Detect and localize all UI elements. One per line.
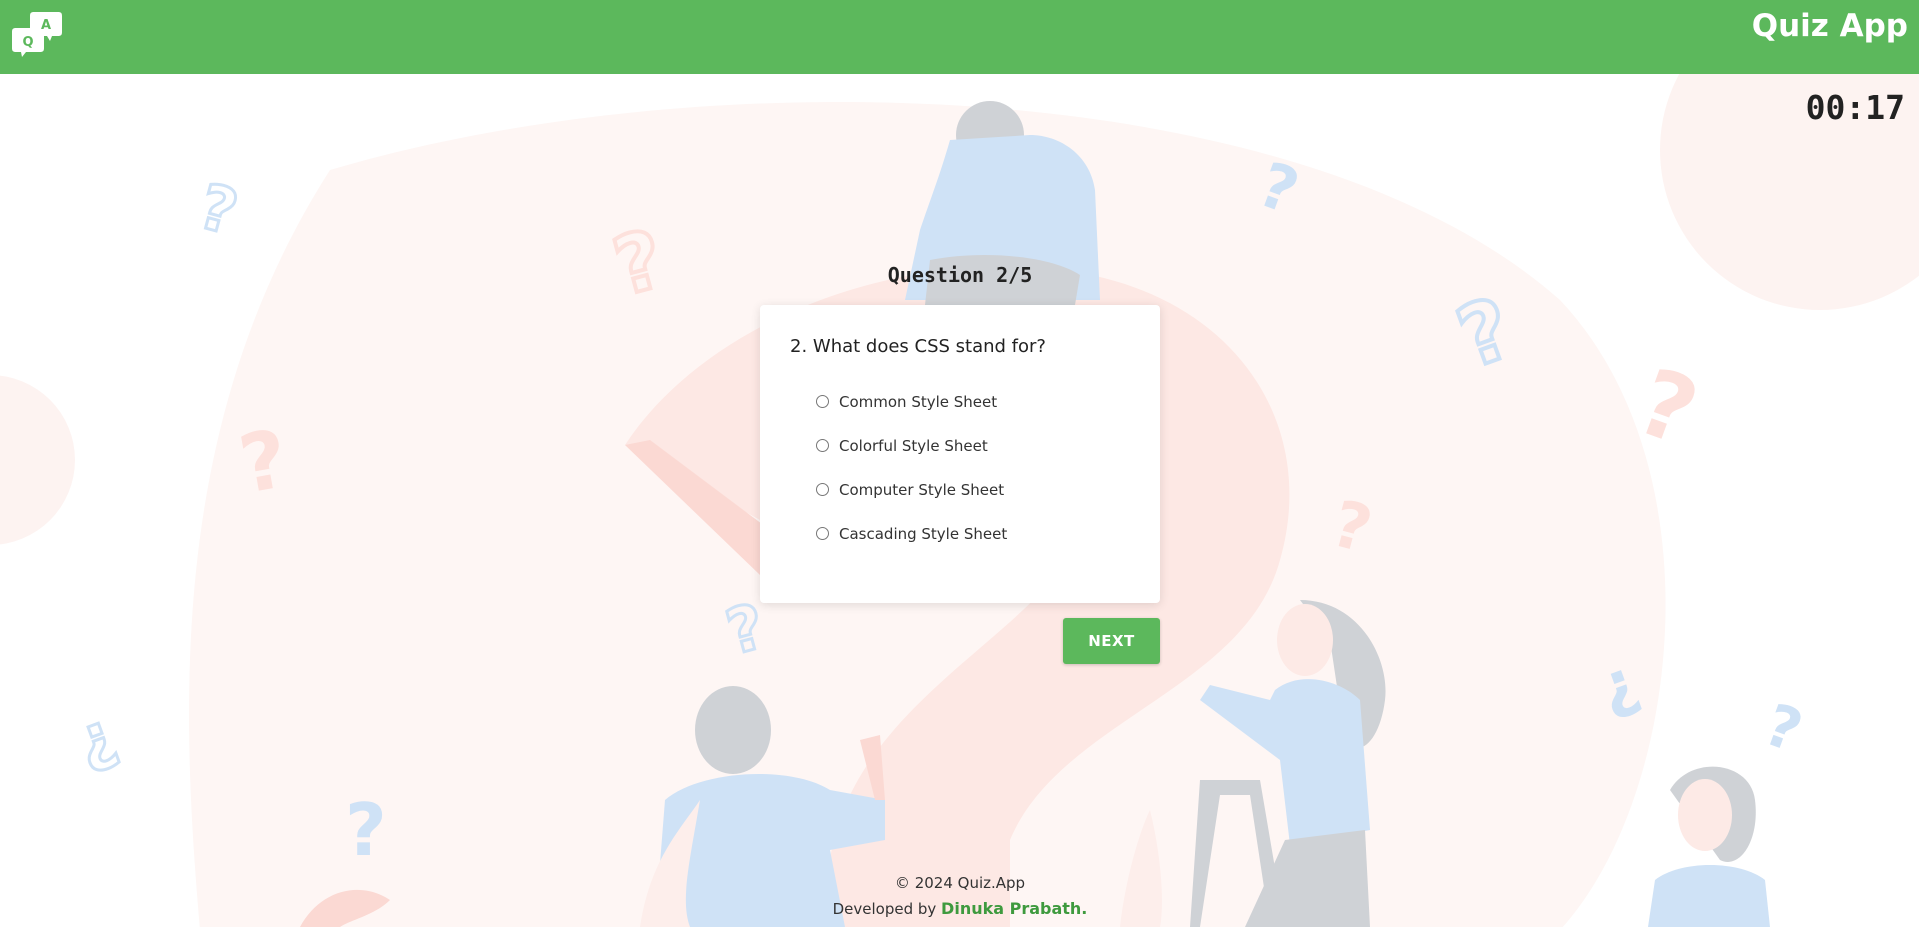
- logo-letter-q: Q: [22, 35, 33, 50]
- qmark-10: ?: [345, 788, 387, 872]
- answer-option[interactable]: Common Style Sheet: [816, 393, 1007, 437]
- answer-option-label[interactable]: Colorful Style Sheet: [839, 437, 988, 455]
- answer-option[interactable]: Colorful Style Sheet: [816, 437, 1007, 481]
- copyright-text: © 2024 Quiz.App: [894, 874, 1026, 892]
- answer-option[interactable]: Cascading Style Sheet: [816, 525, 1007, 569]
- question-card: 2. What does CSS stand for? Common Style…: [760, 305, 1160, 603]
- qmark-6: ?: [1624, 348, 1711, 467]
- countdown-timer: 00:17: [1805, 88, 1905, 127]
- background-circle-left: [0, 375, 75, 545]
- answer-option-label[interactable]: Common Style Sheet: [839, 393, 997, 411]
- developed-by-label: Developed by: [832, 900, 937, 918]
- radio-button[interactable]: [816, 483, 829, 496]
- page-footer: © 2024 Quiz.App Developed by Dinuka Prab…: [760, 870, 1160, 922]
- app-title: Quiz App: [1751, 8, 1908, 44]
- qmark-9: ?: [69, 706, 128, 787]
- developer-link[interactable]: Dinuka Prabath.: [941, 899, 1087, 918]
- answer-options: Common Style Sheet Colorful Style Sheet …: [816, 393, 1007, 569]
- developer-credit: Developed by Dinuka Prabath.: [760, 896, 1160, 922]
- radio-button[interactable]: [816, 395, 829, 408]
- qmark-12: ?: [1756, 690, 1811, 765]
- qmark-1: ?: [191, 169, 245, 249]
- radio-button[interactable]: [816, 439, 829, 452]
- next-button[interactable]: NEXT: [1063, 618, 1160, 664]
- logo-letter-a: A: [41, 18, 51, 33]
- question-text: 2. What does CSS stand for?: [790, 336, 1046, 357]
- radio-button[interactable]: [816, 527, 829, 540]
- answer-option-label[interactable]: Cascading Style Sheet: [839, 525, 1007, 543]
- answer-option-label[interactable]: Computer Style Sheet: [839, 481, 1004, 499]
- question-counter: Question 2/5: [887, 263, 1033, 287]
- quiz-page: ? ? ? ? ? ? ? ? ? ? ? ? Q A Quiz App 00:…: [0, 0, 1919, 927]
- figure-woman-thinking: [1648, 766, 1770, 927]
- answer-option[interactable]: Computer Style Sheet: [816, 481, 1007, 525]
- qa-logo-icon: Q A: [12, 12, 62, 57]
- app-header: Q A Quiz App: [0, 0, 1919, 74]
